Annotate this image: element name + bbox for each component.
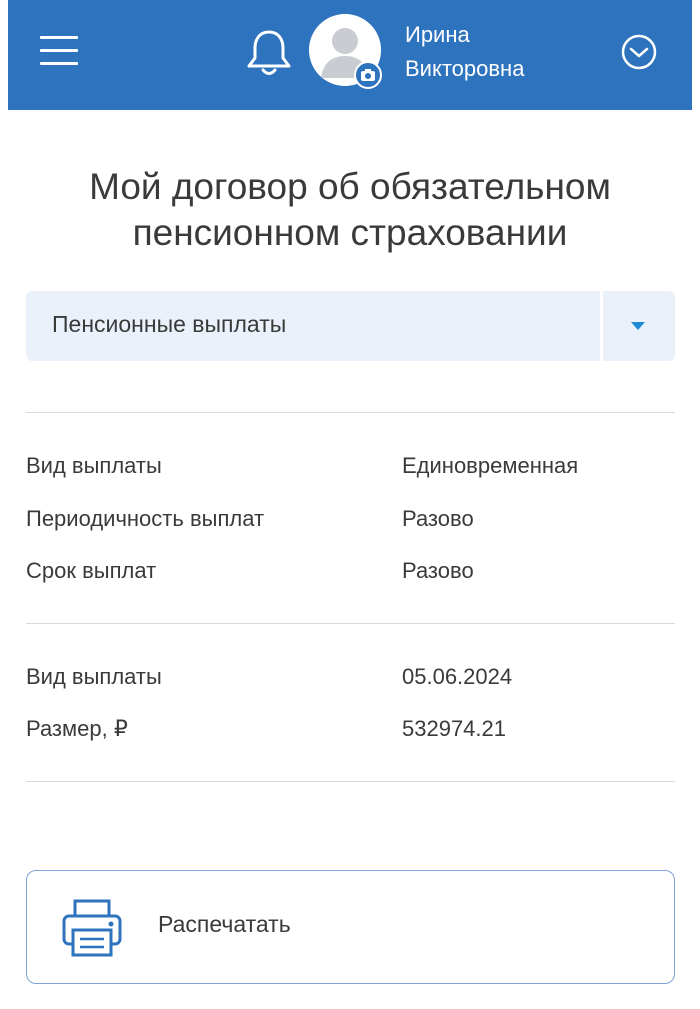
detail-value-term: Разово [402,558,474,583]
user-first-name: Ирина [405,22,470,47]
detail-label-periodicity: Периодичность выплат [26,506,265,531]
printer-icon [62,899,122,957]
detail-label-payment-date: Вид выплаты [26,664,162,689]
detail-value-payment-date: 05.06.2024 [402,664,513,689]
detail-label-term: Срок выплат [26,558,157,583]
chevron-down-circle-icon[interactable] [621,34,657,70]
camera-icon[interactable] [354,61,382,89]
detail-label-payment-type: Вид выплаты [26,453,162,478]
print-button-label: Распечатать [158,911,291,937]
detail-value-periodicity: Разово [402,506,474,531]
page-title-line-2: пенсионном страховании [132,212,568,253]
divider [26,623,675,624]
app-header: Ирина Викторовна [8,0,692,110]
user-name[interactable]: Ирина Викторовна [405,18,524,86]
detail-label-amount: Размер, ₽ [26,716,128,741]
print-button[interactable]: Распечатать [26,870,675,984]
page-title-line-1: Мой договор об обязательном [89,166,611,207]
payment-type-select[interactable]: Пенсионные выплаты [26,291,675,361]
detail-value-payment-type: Единовременная [402,453,579,478]
menu-icon[interactable] [40,33,78,65]
divider [26,781,675,782]
select-divider [600,291,603,361]
detail-value-amount: 532974.21 [402,716,506,741]
page-title: Мой договор об обязательном пенсионном с… [0,164,700,256]
user-patronymic: Викторовна [405,56,525,81]
caret-down-icon[interactable] [631,322,645,330]
payment-type-select-value: Пенсионные выплаты [52,311,287,337]
divider [26,412,675,413]
bell-icon[interactable] [246,28,292,78]
